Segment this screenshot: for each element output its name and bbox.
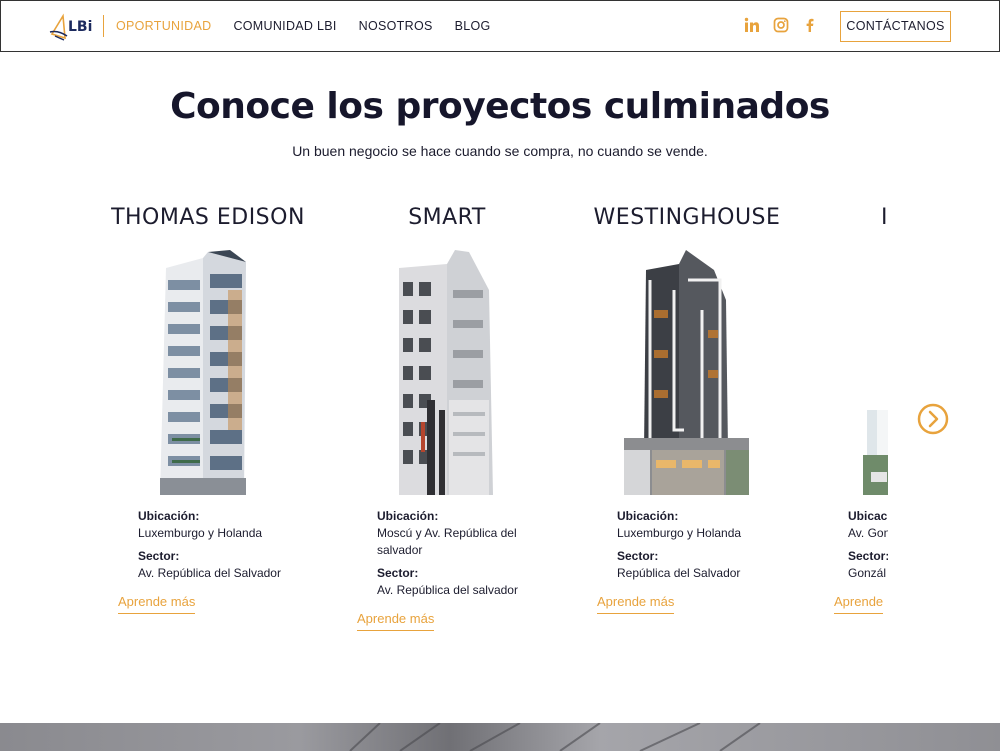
westinghouse-building-image[interactable] — [624, 250, 749, 495]
project-info: Ubicac Av. Gon Sector: Gonzál — [848, 508, 888, 582]
nav-item-blog[interactable]: BLOG — [455, 19, 491, 33]
contact-button[interactable]: CONTÁCTANOS — [840, 11, 951, 42]
partial-building-image[interactable] — [863, 250, 888, 495]
project-card-smart: SMART Ubicación: Moscú y Av. República d… — [327, 190, 567, 650]
ubicacion-label: Ubicac — [848, 509, 888, 523]
ubicacion-label: Ubicación: — [617, 509, 679, 523]
instagram-icon[interactable] — [773, 17, 789, 33]
sector-value: Av. República del Salvador — [138, 566, 281, 580]
page-title: Conoce los proyectos culminados — [170, 86, 830, 127]
linkedin-icon[interactable] — [744, 17, 760, 33]
carousel-next-icon[interactable] — [917, 403, 949, 435]
facebook-icon[interactable] — [802, 17, 818, 33]
ubicacion-value: Luxemburgo y Holanda — [617, 526, 742, 540]
logo-divider — [103, 15, 104, 37]
social-links — [744, 17, 818, 33]
project-card-thomas-edison: THOMAS EDISON Ubicación: Luxemburgo y Ho… — [88, 190, 328, 650]
project-card-westinghouse: WESTINGHOUSE Ubicación: Luxemburgo y Hol… — [567, 190, 807, 650]
project-info: Ubicación: Luxemburgo y Holanda Sector: … — [138, 508, 281, 582]
learn-more-link[interactable]: Aprende más — [118, 594, 196, 614]
projects-carousel: THOMAS EDISON Ubicación: Luxemburgo y Ho… — [88, 190, 888, 650]
ubicacion-value: Luxemburgo y Holanda — [138, 526, 263, 540]
project-name: THOMAS EDISON — [111, 205, 305, 230]
ubicacion-value-line2: salvador — [377, 543, 423, 557]
site-header: LBi OPORTUNIDAD COMUNIDAD LBI NOSOTROS B… — [0, 0, 1000, 52]
project-info: Ubicación: Luxemburgo y Holanda Sector: … — [617, 508, 741, 582]
next-section-background — [0, 723, 1000, 751]
learn-more-link[interactable]: Aprende — [834, 594, 884, 614]
logo-text: LBi — [68, 19, 93, 35]
smart-building-image[interactable] — [397, 250, 495, 495]
project-info: Ubicación: Moscú y Av. República del sal… — [377, 508, 518, 599]
project-name: WESTINGHOUSE — [593, 205, 781, 230]
ubicacion-label: Ubicación: — [138, 509, 200, 523]
project-name: I — [881, 205, 888, 230]
learn-more-link[interactable]: Aprende más — [357, 611, 435, 631]
nav-item-oportunidad[interactable]: OPORTUNIDAD — [116, 19, 211, 33]
learn-more-link[interactable]: Aprende más — [597, 594, 675, 614]
sector-value: Av. República del salvador — [377, 583, 518, 597]
sector-label: Sector: — [138, 549, 180, 563]
sector-label: Sector: — [617, 549, 659, 563]
ubicacion-label: Ubicación: — [377, 509, 439, 523]
thomas-edison-building-image[interactable] — [158, 250, 248, 495]
sector-value: Gonzál — [848, 566, 887, 580]
project-card-partial: I Ubicac Av. Gon Sector: Gonzál Aprende — [806, 190, 888, 650]
sector-value: República del Salvador — [617, 566, 741, 580]
project-name: SMART — [408, 205, 486, 230]
main-nav: OPORTUNIDAD COMUNIDAD LBI NOSOTROS BLOG — [116, 19, 491, 33]
lbi-logo[interactable]: LBi — [49, 12, 93, 42]
nav-item-comunidad-lbi[interactable]: COMUNIDAD LBI — [233, 19, 336, 33]
sector-label: Sector: — [848, 549, 888, 563]
nav-item-nosotros[interactable]: NOSOTROS — [359, 19, 433, 33]
ubicacion-value-line1: Moscú y Av. República del — [377, 526, 517, 540]
sector-label: Sector: — [377, 566, 419, 580]
glass-facade-pattern — [349, 723, 761, 751]
ubicacion-value: Av. Gon — [848, 526, 888, 540]
page-subtitle: Un buen negocio se hace cuando se compra… — [292, 143, 708, 159]
